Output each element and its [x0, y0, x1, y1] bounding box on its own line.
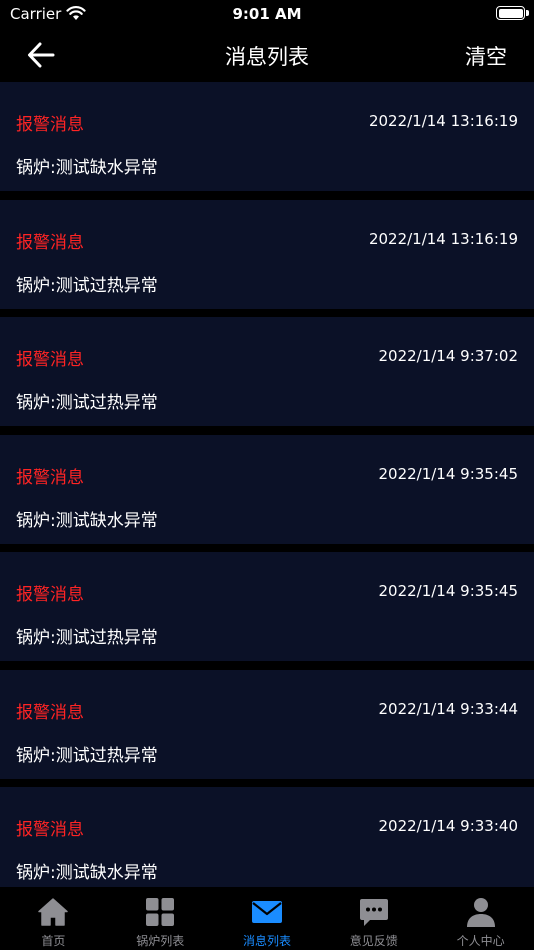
home-icon: [38, 898, 69, 926]
status-bar: Carrier 9:01 AM: [0, 0, 534, 28]
tab-feedback[interactable]: 意见反馈: [320, 887, 427, 950]
message-content: 锅炉:测试过热异常: [16, 628, 158, 648]
message-type: 报警消息: [16, 232, 84, 253]
tab-boiler-list[interactable]: 锅炉列表: [107, 887, 214, 950]
tab-label: 个人中心: [456, 934, 505, 948]
tab-bar: 首页 锅炉列表 消息列表 意见反馈 个人中心: [0, 887, 534, 950]
message-time: 2022/1/14 9:35:45: [378, 464, 518, 483]
message-item[interactable]: 报警消息 2022/1/14 9:33:40 锅炉:测试缺水异常: [0, 787, 534, 887]
tab-profile[interactable]: 个人中心: [427, 887, 534, 950]
message-time: 2022/1/14 9:35:45: [378, 582, 518, 600]
message-type: 报警消息: [16, 467, 84, 488]
tab-label: 消息列表: [242, 934, 291, 948]
message-content: 锅炉:测试过热异常: [16, 745, 158, 766]
message-type: 报警消息: [16, 702, 84, 723]
tab-label: 锅炉列表: [136, 934, 185, 948]
tab-message-list[interactable]: 消息列表: [214, 887, 321, 950]
mail-icon: [251, 901, 282, 923]
message-item[interactable]: 报警消息 2022/1/14 9:37:02 锅炉:测试过热异常: [0, 317, 534, 426]
message-item[interactable]: 报警消息 2022/1/14 9:33:44 锅炉:测试过热异常: [0, 669, 534, 779]
page-title: 消息列表: [225, 45, 309, 69]
message-type: 报警消息: [16, 350, 84, 370]
message-time: 2022/1/14 9:37:02: [378, 347, 518, 365]
nav-bar: 消息列表 清空: [0, 28, 534, 82]
chat-bubble-icon: [359, 899, 388, 926]
message-item[interactable]: 报警消息 2022/1/14 13:16:19 锅炉:测试缺水异常: [0, 82, 534, 191]
message-item[interactable]: 报警消息 2022/1/14 9:35:45 锅炉:测试缺水异常: [0, 434, 534, 544]
tab-label: 首页: [41, 934, 66, 948]
person-icon: [466, 898, 495, 927]
status-time: 9:01 AM: [232, 5, 302, 23]
tab-label: 意见反馈: [349, 934, 398, 948]
message-list[interactable]: 报警消息 2022/1/14 13:16:19 锅炉:测试缺水异常 报警消息 2022/…: [0, 82, 534, 887]
message-time: 2022/1/14 9:33:40: [378, 817, 518, 835]
message-content: 锅炉:测试缺水异常: [16, 863, 158, 883]
message-type: 报警消息: [16, 115, 84, 135]
message-time: 2022/1/14 13:16:19: [368, 112, 518, 130]
message-content: 锅炉:测试过热异常: [16, 393, 158, 413]
message-item[interactable]: 报警消息 2022/1/14 13:16:19 锅炉:测试过热异常: [0, 199, 534, 309]
message-type: 报警消息: [16, 820, 84, 840]
message-content: 锅炉:测试缺水异常: [16, 158, 158, 178]
message-time: 2022/1/14 13:16:19: [368, 229, 518, 248]
tab-home[interactable]: 首页: [0, 887, 107, 950]
grid-icon: [146, 898, 175, 926]
battery-tip: [526, 10, 529, 16]
message-type: 报警消息: [16, 585, 84, 605]
clear-button[interactable]: 清空: [465, 41, 507, 71]
message-time: 2022/1/14 9:33:44: [378, 699, 518, 718]
message-content: 锅炉:测试过热异常: [16, 275, 158, 296]
message-content: 锅炉:测试缺水异常: [16, 510, 158, 531]
message-item[interactable]: 报警消息 2022/1/14 9:35:45 锅炉:测试过热异常: [0, 552, 534, 661]
battery-icon: [496, 6, 525, 20]
